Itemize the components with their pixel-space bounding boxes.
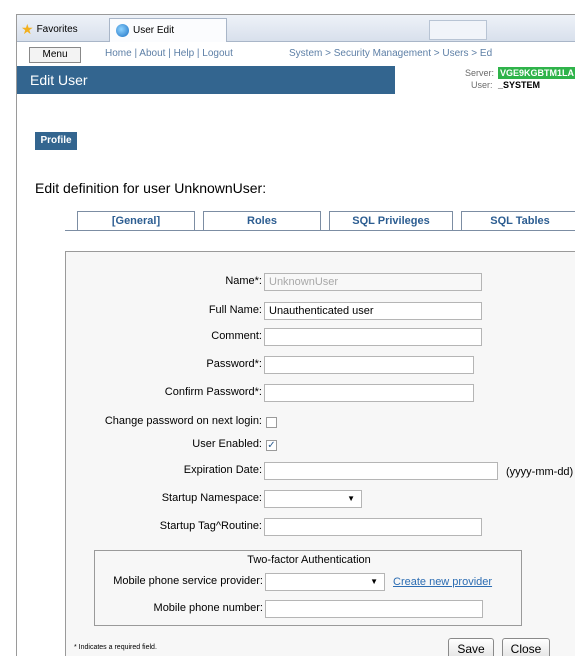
row-namespace: Startup Namespace: [66, 490, 262, 508]
top-links[interactable]: Home | About | Help | Logout [105, 48, 233, 59]
required-note: * Indicates a required field. [74, 644, 157, 651]
tab-general[interactable]: [General] [77, 211, 195, 231]
provider-select[interactable]: ▼ [265, 573, 385, 591]
password-field[interactable] [264, 356, 474, 374]
chevron-down-icon: ▼ [370, 577, 378, 586]
tab-sql-tables[interactable]: SQL Tables [461, 211, 575, 231]
tab-sql-privileges[interactable]: SQL Privileges [329, 211, 453, 231]
comment-label: Comment: [211, 330, 262, 342]
name-field[interactable]: UnknownUser [264, 273, 482, 291]
change-password-label: Change password on next login: [104, 415, 262, 427]
row-change-password: Change password on next login: [66, 413, 262, 431]
app-header: Menu Home | About | Help | Logout System… [17, 42, 575, 106]
name-label: Name*: [225, 275, 262, 287]
page-title: Edit User [17, 66, 395, 94]
provider-label: Mobile phone service provider: [113, 575, 263, 587]
row-expiration: Expiration Date: [66, 462, 262, 480]
row-comment: Comment: [66, 328, 262, 346]
row-password: Password*: [66, 356, 262, 374]
row-startup-tag: Startup Tag^Routine: [66, 518, 262, 536]
favorites-button[interactable]: ★ Favorites [21, 20, 78, 38]
fullname-label: Full Name: [208, 304, 262, 316]
row-provider: Mobile phone service provider: [95, 573, 263, 591]
user-enabled-label: User Enabled: [192, 438, 262, 450]
close-button[interactable]: Close [502, 638, 550, 656]
phone-field[interactable] [265, 600, 483, 618]
tab-title: User Edit [133, 25, 175, 36]
tab-roles[interactable]: Roles [203, 211, 321, 231]
user-enabled-checkbox[interactable]: ✓ [266, 440, 277, 451]
fullname-field[interactable]: Unauthenticated user [264, 302, 482, 320]
create-provider-link[interactable]: Create new provider [393, 576, 492, 588]
row-fullname: Full Name: [66, 302, 262, 320]
comment-field[interactable] [264, 328, 482, 346]
password-label: Password*: [206, 358, 262, 370]
confirm-password-field[interactable] [264, 384, 474, 402]
save-button[interactable]: Save [448, 638, 494, 656]
change-password-checkbox[interactable] [266, 417, 277, 428]
edit-heading: Edit definition for user UnknownUser: [35, 180, 267, 196]
browser-window: ★ Favorites User Edit Menu Home | About … [16, 14, 575, 656]
tab-strip: [General] Roles SQL Privileges SQL Table… [65, 211, 575, 231]
expiration-date-field[interactable] [264, 462, 498, 480]
confirm-password-label: Confirm Password*: [164, 386, 262, 398]
two-factor-title: Two-factor Authentication [247, 554, 371, 566]
star-icon: ★ [21, 21, 34, 37]
row-phone: Mobile phone number: [95, 600, 263, 618]
namespace-label: Startup Namespace: [161, 492, 262, 504]
browser-tab-user-edit[interactable]: User Edit [109, 18, 227, 42]
server-label: Server: [465, 68, 495, 78]
row-name: Name*: [66, 273, 262, 291]
expiration-label: Expiration Date: [183, 464, 262, 476]
browser-icon [116, 24, 129, 37]
user-form-panel: Name*: UnknownUser Full Name: Unauthenti… [65, 251, 575, 656]
menu-button[interactable]: Menu [29, 47, 81, 63]
namespace-select[interactable]: ▼ [264, 490, 362, 508]
favorites-label: Favorites [36, 23, 78, 35]
two-factor-section: Two-factor Authentication Mobile phone s… [94, 550, 522, 626]
row-confirm-password: Confirm Password*: [66, 384, 262, 402]
new-tab-button[interactable] [429, 20, 487, 40]
row-user-enabled: User Enabled: [66, 436, 262, 454]
date-format-hint: (yyyy-mm-dd) [506, 466, 574, 478]
startup-tag-label: Startup Tag^Routine: [159, 520, 262, 532]
chevron-down-icon: ▼ [347, 494, 355, 503]
phone-label: Mobile phone number: [153, 602, 263, 614]
breadcrumb[interactable]: System > Security Management > Users > E… [289, 48, 492, 59]
browser-tab-bar: ★ Favorites User Edit [17, 15, 575, 42]
user-value: _SYSTEM [498, 80, 541, 90]
profile-button[interactable]: Profile [35, 132, 77, 150]
user-label: User: [471, 80, 493, 90]
server-badge: VGE9KGBTM1LA [498, 67, 575, 79]
startup-tag-field[interactable] [264, 518, 482, 536]
